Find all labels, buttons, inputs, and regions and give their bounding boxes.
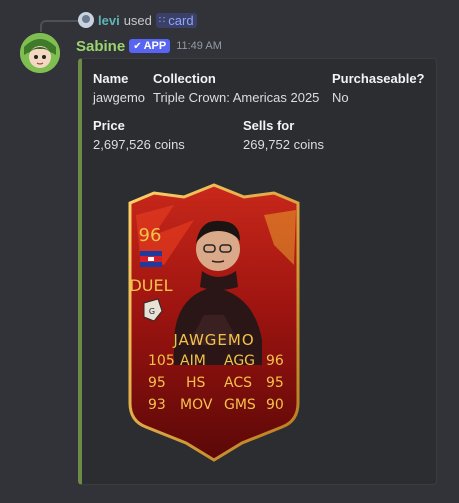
- reply-used-text: used: [123, 12, 152, 28]
- command-mention[interactable]: ∷ card: [155, 12, 197, 28]
- field-purchaseable-label: Purchaseable?: [332, 71, 425, 86]
- author-avatar[interactable]: [20, 33, 60, 73]
- command-name: card: [168, 12, 194, 28]
- stat-value: 96: [266, 353, 284, 369]
- author-avatar-image: [20, 33, 60, 73]
- reply-username[interactable]: levi: [98, 13, 120, 28]
- reply-connector: [40, 20, 78, 32]
- field-sells-for-value: 269,752 coins: [243, 137, 324, 152]
- card-player-name: JAWGEMO: [172, 331, 254, 349]
- message-header: Sabine ✔ APP 11:49 AM: [76, 36, 222, 56]
- field-collection: Collection Triple Crown: Americas 2025: [153, 71, 319, 105]
- cambodia-flag-icon: [140, 251, 162, 267]
- field-sells-for: Sells for 269,752 coins: [243, 118, 324, 152]
- app-badge-label: APP: [143, 40, 167, 52]
- stat-value: 93: [148, 397, 166, 413]
- field-price: Price 2,697,526 coins: [93, 118, 185, 152]
- field-name-label: Name: [93, 71, 129, 86]
- stat-value: 90: [266, 397, 284, 413]
- stat-label: HS: [186, 375, 206, 391]
- app-badge: ✔ APP: [129, 39, 171, 53]
- stat-label: AIM: [180, 353, 206, 369]
- stat-value: 95: [148, 375, 166, 391]
- field-name-value: jawgemo: [93, 90, 146, 105]
- field-price-value: 2,697,526 coins: [93, 137, 185, 152]
- field-collection-value: Triple Crown: Americas 2025: [153, 90, 320, 105]
- player-card-image[interactable]: 96 DUEL G JAWGEMO 105 AIM AGG 96 95 HS A…: [114, 175, 314, 470]
- stat-value: 105: [148, 353, 175, 369]
- reply-avatar[interactable]: [78, 12, 94, 28]
- card-embed: Name jawgemo Collection Triple Crown: Am…: [78, 58, 437, 485]
- stat-value: 95: [266, 375, 284, 391]
- author-name[interactable]: Sabine: [76, 38, 125, 55]
- field-purchaseable-value: No: [332, 90, 349, 105]
- slash-command-icon: ∷: [158, 14, 166, 26]
- field-collection-label: Collection: [153, 71, 216, 86]
- field-sells-for-label: Sells for: [243, 118, 295, 133]
- field-purchaseable: Purchaseable? No: [332, 71, 425, 105]
- stat-label: ACS: [224, 375, 252, 391]
- card-rating: 96: [139, 225, 162, 246]
- field-price-label: Price: [93, 118, 125, 133]
- player-card-svg: 96 DUEL G JAWGEMO 105 AIM AGG 96 95 HS A…: [128, 183, 300, 462]
- message-timestamp[interactable]: 11:49 AM: [176, 40, 222, 52]
- card-position: DUEL: [129, 276, 172, 295]
- field-name: Name jawgemo: [93, 71, 145, 105]
- verified-check-icon: ✔: [133, 40, 142, 52]
- stat-label: GMS: [224, 397, 256, 413]
- reply-context[interactable]: levi used ∷ card: [78, 11, 197, 29]
- stat-label: AGG: [224, 353, 255, 369]
- stat-label: MOV: [180, 397, 213, 413]
- svg-text:G: G: [149, 307, 155, 316]
